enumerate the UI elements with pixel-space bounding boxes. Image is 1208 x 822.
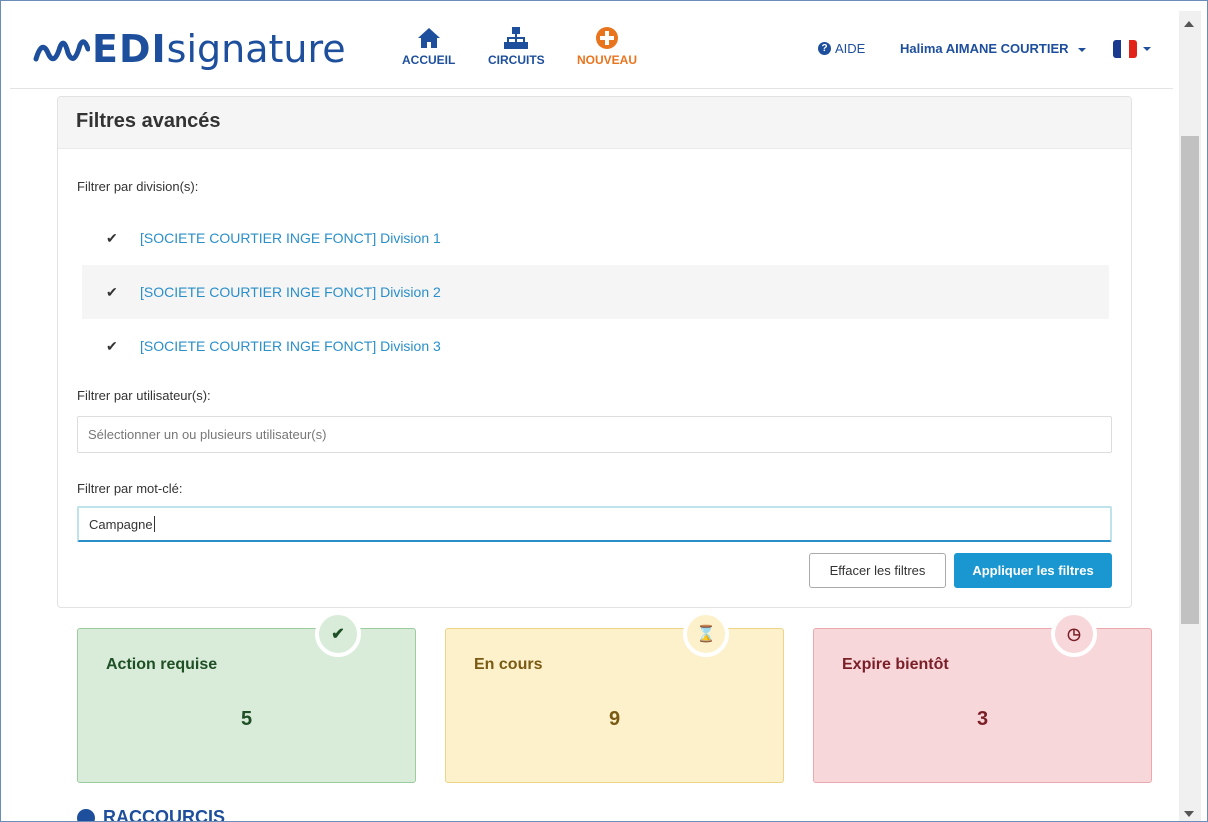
scroll-down-icon[interactable] <box>1184 811 1194 817</box>
card-title: Expire bientôt <box>842 656 949 673</box>
brand-logo[interactable]: EDI signature <box>32 25 346 73</box>
browser-window: EDI signature ACCUEIL CIRCUITS NOUVEAU ?… <box>0 0 1208 822</box>
card-expiring-soon[interactable]: ◷ Expire bientôt 3 <box>813 611 1152 783</box>
card-title: Action requise <box>106 656 218 673</box>
card-in-progress[interactable]: ⌛ En cours 9 <box>445 611 784 783</box>
top-navbar: EDI signature ACCUEIL CIRCUITS NOUVEAU ?… <box>10 11 1173 89</box>
division-filter-label: Filtrer par division(s): <box>77 179 199 194</box>
division-option-2[interactable]: ✔ [SOCIETE COURTIER INGE FONCT] Division… <box>82 265 1109 319</box>
card-count: 9 <box>608 708 621 730</box>
apply-filters-button[interactable]: Appliquer les filtres <box>954 553 1112 588</box>
sitemap-icon <box>504 27 529 49</box>
nav-circuits[interactable]: CIRCUITS <box>488 25 545 67</box>
brand-signature-text: signature <box>166 27 346 71</box>
card-action-required[interactable]: ✔ Action requise 5 <box>77 611 416 783</box>
division-label: [SOCIETE COURTIER INGE FONCT] Division 3 <box>140 338 441 354</box>
chevron-down-icon <box>1143 47 1151 51</box>
clock-icon: ◷ <box>1051 611 1097 657</box>
shortcuts-heading: RACCOURCIS <box>77 807 226 822</box>
division-option-3[interactable]: ✔ [SOCIETE COURTIER INGE FONCT] Division… <box>82 319 1109 373</box>
user-name: Halima AIMANE COURTIER <box>900 41 1069 56</box>
keyword-value: Campagne <box>89 516 153 532</box>
advanced-filters-panel: Filtres avancés Filtrer par division(s):… <box>57 96 1132 608</box>
checkbox-checked-icon[interactable]: ✔ <box>106 338 126 355</box>
question-circle-icon: ? <box>818 42 831 55</box>
nav-circuits-label: CIRCUITS <box>488 53 545 67</box>
check-icon: ✔ <box>315 611 361 657</box>
dashboard-icon <box>77 808 95 821</box>
checkbox-checked-icon[interactable]: ✔ <box>106 284 126 301</box>
card-title: En cours <box>474 656 543 673</box>
shortcuts-title: RACCOURCIS <box>103 807 226 822</box>
card-count: 3 <box>976 708 989 730</box>
text-cursor <box>153 516 155 532</box>
hourglass-icon: ⌛ <box>683 611 729 657</box>
chevron-down-icon <box>1078 47 1087 52</box>
keyword-input[interactable]: Campagne <box>77 506 1112 542</box>
division-option-1[interactable]: ✔ [SOCIETE COURTIER INGE FONCT] Division… <box>82 211 1109 265</box>
help-link[interactable]: ? AIDE <box>818 41 865 56</box>
keyword-filter-label: Filtrer par mot-clé: <box>77 481 183 496</box>
user-filter-label: Filtrer par utilisateur(s): <box>77 388 211 403</box>
language-selector[interactable] <box>1113 40 1151 58</box>
division-label: [SOCIETE COURTIER INGE FONCT] Division 1 <box>140 230 441 246</box>
nav-nouveau-label: NOUVEAU <box>577 53 638 67</box>
plus-circle-icon <box>596 27 618 49</box>
nav-accueil-label: ACCUEIL <box>402 53 456 67</box>
help-label: AIDE <box>835 41 866 56</box>
nav-nouveau[interactable]: NOUVEAU <box>577 25 637 67</box>
logo-mark-icon <box>33 39 90 62</box>
user-menu[interactable]: Halima AIMANE COURTIER <box>900 41 1087 56</box>
user-select-placeholder: Sélectionner un ou plusieurs utilisateur… <box>88 427 327 442</box>
nav-accueil[interactable]: ACCUEIL <box>402 25 455 67</box>
user-select-input[interactable]: Sélectionner un ou plusieurs utilisateur… <box>77 416 1112 453</box>
brand-edi-text: EDI <box>92 27 167 71</box>
scroll-up-icon[interactable] <box>1184 21 1194 27</box>
division-label: [SOCIETE COURTIER INGE FONCT] Division 2 <box>140 284 441 300</box>
french-flag-icon <box>1113 40 1137 58</box>
vertical-scrollbar[interactable] <box>1179 11 1201 821</box>
home-icon <box>417 28 440 48</box>
card-count: 5 <box>240 708 253 730</box>
scrollbar-thumb[interactable] <box>1181 136 1199 624</box>
panel-title: Filtres avancés <box>58 97 1131 149</box>
clear-filters-button[interactable]: Effacer les filtres <box>809 553 946 588</box>
checkbox-checked-icon[interactable]: ✔ <box>106 230 126 247</box>
